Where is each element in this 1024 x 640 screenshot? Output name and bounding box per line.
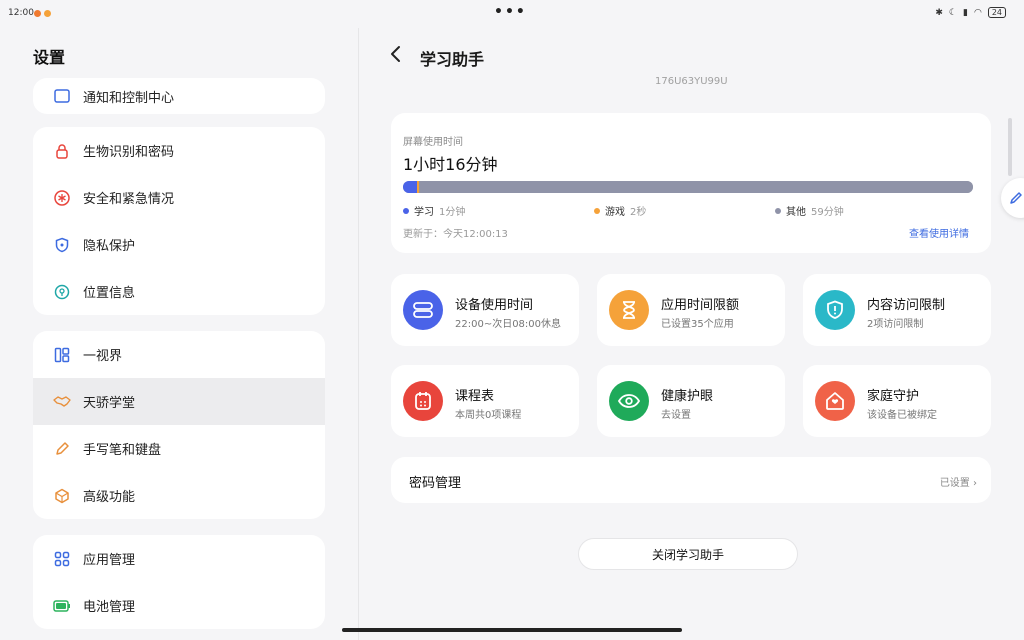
page-title: 学习助手 [420, 50, 485, 69]
legend-dot-icon [403, 207, 409, 214]
sidebar-group-4: 应用管理 电池管理 [33, 535, 325, 629]
sidebar-item-emergency[interactable]: 安全和紧急情况 [33, 174, 325, 221]
wifi-icon: ◠ [973, 7, 982, 18]
scrolled-text: 176U63YU99U [655, 76, 728, 87]
usage-detail-link[interactable]: 查看使用详情 [909, 225, 969, 240]
sidebar-item-apps[interactable]: 应用管理 [33, 535, 325, 582]
location-icon [53, 283, 71, 301]
notification-dot-icon [44, 10, 51, 17]
home-guard-icon [815, 381, 855, 421]
usage-bar-segment-学习 [403, 181, 417, 193]
emergency-icon [53, 189, 71, 207]
usage-bar [403, 181, 973, 193]
silent-icon: ☾ [948, 7, 957, 18]
sidebar-group-1: 通知和控制中心 [33, 78, 325, 114]
scrollbar[interactable] [1008, 118, 1012, 176]
apps-icon [53, 550, 71, 568]
battery-indicator: 24 [987, 7, 1006, 18]
notification-icon [53, 87, 71, 105]
more-dots-icon[interactable]: ••• [494, 4, 527, 20]
handshake-icon [53, 393, 71, 411]
chevron-right-icon: › [973, 478, 977, 489]
sidebar-item-stylus-keyboard[interactable]: 手写笔和键盘 [33, 425, 325, 472]
screen-time-card[interactable]: 屏幕使用时间 1小时16分钟 学习 1分钟 游戏 2秒 其他 59分钟 更新于：… [391, 113, 991, 253]
password-status: 已设置 › [939, 478, 977, 489]
close-study-assistant-button[interactable]: 关闭学习助手 [578, 538, 798, 570]
home-indicator[interactable] [342, 628, 682, 632]
pen-icon [53, 440, 71, 458]
sidebar-item-location[interactable]: 位置信息 [33, 268, 325, 315]
feature-app-limit[interactable]: 应用时间限额 已设置35个应用 [597, 274, 785, 346]
lock-icon [53, 142, 71, 160]
usage-bar-segment-其他 [419, 181, 973, 193]
floating-pen-button[interactable] [1001, 178, 1024, 218]
sidebar-item-privacy[interactable]: 隐私保护 [33, 221, 325, 268]
sidebar-item-battery[interactable]: 电池管理 [33, 582, 325, 629]
sidebar-title: 设置 [33, 48, 66, 67]
shield-alert-icon [815, 290, 855, 330]
battery-icon [53, 597, 71, 615]
multiwindow-icon [53, 346, 71, 364]
legend-other: 其他 59分钟 [775, 203, 844, 218]
sidebar-item-biometrics[interactable]: 生物识别和密码 [33, 127, 325, 174]
sidebar-group-3: 一视界 天骄学堂 手写笔和键盘 高级功能 [33, 331, 325, 519]
password-management-row[interactable]: 密码管理 已设置 › [391, 457, 991, 503]
feature-eye-care[interactable]: 健康护眼 去设置 [597, 365, 785, 437]
bluetooth-icon: ✱ [935, 7, 943, 18]
signal-icon: ▮ [963, 7, 968, 18]
sidebar-item-multiwindow[interactable]: 一视界 [33, 331, 325, 378]
sidebar-item-tianjiao[interactable]: 天骄学堂 [33, 378, 325, 425]
feature-device-time[interactable]: 设备使用时间 22:00~次日08:00休息 [391, 274, 579, 346]
status-bar: 12:00 ••• ✱ ☾ ▮ ◠ 24 [0, 0, 1024, 28]
cube-icon [53, 487, 71, 505]
screen-time-total: 1小时16分钟 [403, 155, 498, 174]
eye-icon [609, 381, 649, 421]
feature-schedule[interactable]: 课程表 本周共0项课程 [391, 365, 579, 437]
device-time-icon [403, 290, 443, 330]
password-title: 密码管理 [409, 476, 462, 491]
sidebar-group-2: 生物识别和密码 安全和紧急情况 隐私保护 位置信息 [33, 127, 325, 315]
status-icons: ✱ ☾ ▮ ◠ 24 [935, 7, 1006, 18]
feature-family-guard[interactable]: 家庭守护 该设备已被绑定 [803, 365, 991, 437]
notification-dot-icon [34, 10, 41, 17]
legend-dot-icon [594, 207, 600, 214]
panel-divider [358, 28, 359, 640]
legend-game: 游戏 2秒 [594, 203, 646, 218]
calendar-icon [403, 381, 443, 421]
legend-study: 学习 1分钟 [403, 203, 465, 218]
sidebar-item-notification[interactable]: 通知和控制中心 [33, 78, 325, 114]
screen-time-label: 屏幕使用时间 [403, 137, 463, 148]
shield-icon [53, 236, 71, 254]
edit-pen-icon [1010, 192, 1022, 204]
sidebar-item-advanced[interactable]: 高级功能 [33, 472, 325, 519]
updated-time: 更新于：今天12:00:13 [403, 229, 508, 240]
status-time: 12:00 [8, 8, 34, 18]
legend-dot-icon [775, 207, 781, 214]
hourglass-icon [609, 290, 649, 330]
back-arrow-icon[interactable] [388, 45, 404, 63]
feature-content-restriction[interactable]: 内容访问限制 2项访问限制 [803, 274, 991, 346]
